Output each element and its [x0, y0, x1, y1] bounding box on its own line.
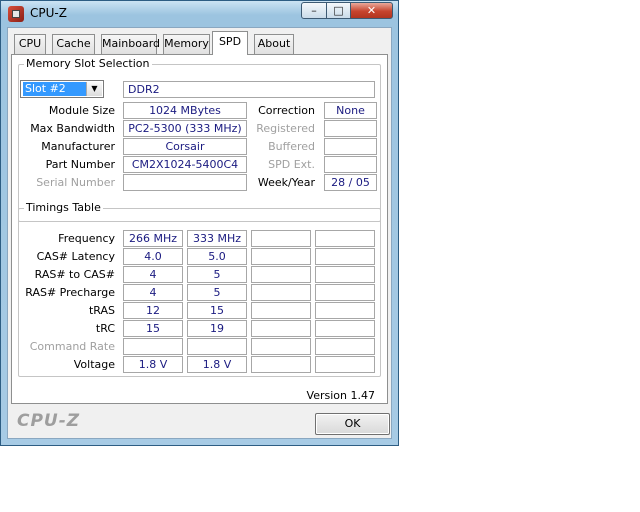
- tab-about[interactable]: About: [254, 34, 294, 54]
- timing-row-label: RAS# Precharge: [25, 286, 115, 299]
- module-size-field: 1024 MBytes: [123, 102, 247, 119]
- max-bandwidth-field: PC2-5300 (333 MHz): [123, 120, 247, 137]
- timing-cell: 12: [123, 302, 183, 319]
- timing-row-label: tRAS: [88, 304, 115, 317]
- ok-button[interactable]: OK: [315, 413, 390, 435]
- tab-spd[interactable]: SPD: [212, 31, 248, 55]
- tab-cache[interactable]: Cache: [52, 34, 95, 54]
- cpuz-app-icon: [8, 6, 24, 22]
- timing-row-label: Frequency: [58, 232, 115, 245]
- memory-type-field: DDR2: [123, 81, 375, 98]
- timing-cell: [315, 230, 375, 247]
- timing-cell: [187, 338, 247, 355]
- part-number-field: CM2X1024-5400C4: [123, 156, 247, 173]
- correction-label: Correction: [258, 104, 315, 117]
- buffered-label: Buffered: [268, 140, 315, 153]
- week-year-field: 28 / 05: [324, 174, 377, 191]
- timing-cell: 15: [187, 302, 247, 319]
- module-size-label: Module Size: [48, 104, 115, 117]
- timing-row-label: tRC: [95, 322, 115, 335]
- timing-cell: 1.8 V: [187, 356, 247, 373]
- manufacturer-label: Manufacturer: [41, 140, 115, 153]
- title-bar[interactable]: CPU-Z – □ ✕: [1, 1, 398, 27]
- registered-label: Registered: [256, 122, 315, 135]
- timing-cell: [251, 302, 311, 319]
- timing-cell: 4: [123, 284, 183, 301]
- spd-tab-panel: Memory Slot Selection Slot #2 ▼ DDR2 Mod…: [11, 54, 388, 404]
- spd-ext-label: SPD Ext.: [268, 158, 315, 171]
- memory-slot-group-title: Memory Slot Selection: [24, 57, 152, 70]
- timing-cell: [315, 338, 375, 355]
- tab-mainboard[interactable]: Mainboard: [101, 34, 160, 54]
- timing-row-label: RAS# to CAS#: [34, 268, 115, 281]
- timing-cell: 266 MHz: [123, 230, 183, 247]
- maximize-button[interactable]: □: [326, 2, 351, 19]
- tab-cpu[interactable]: CPU: [14, 34, 46, 54]
- tab-memory[interactable]: Memory: [163, 34, 210, 54]
- timing-cell: [315, 302, 375, 319]
- registered-field: [324, 120, 377, 137]
- chevron-down-icon[interactable]: ▼: [86, 82, 102, 96]
- serial-number-label: Serial Number: [36, 176, 115, 189]
- window-title: CPU-Z: [30, 6, 67, 20]
- timing-cell: 5: [187, 284, 247, 301]
- slot-select[interactable]: Slot #2 ▼: [20, 80, 104, 98]
- cpuz-window: CPU-Z – □ ✕ CPU Cache Mainboard Memory S…: [0, 0, 399, 446]
- slot-select-value: Slot #2: [23, 82, 87, 96]
- cpuz-logo: CPU-Z: [17, 411, 81, 431]
- spd-ext-field: [324, 156, 377, 173]
- timing-row-label: CAS# Latency: [36, 250, 115, 263]
- buffered-field: [324, 138, 377, 155]
- timing-cell: [251, 248, 311, 265]
- timing-cell: 333 MHz: [187, 230, 247, 247]
- timing-cell: [251, 338, 311, 355]
- manufacturer-field: Corsair: [123, 138, 247, 155]
- timing-cell: 4.0: [123, 248, 183, 265]
- timing-cell: 4: [123, 266, 183, 283]
- timing-cell: 15: [123, 320, 183, 337]
- part-number-label: Part Number: [45, 158, 115, 171]
- timing-row-label: Voltage: [73, 358, 115, 371]
- minimize-button[interactable]: –: [301, 2, 327, 19]
- timing-cell: 19: [187, 320, 247, 337]
- timing-cell: 1.8 V: [123, 356, 183, 373]
- max-bandwidth-label: Max Bandwidth: [30, 122, 115, 135]
- timing-cell: [315, 284, 375, 301]
- timing-cell: [251, 266, 311, 283]
- close-button[interactable]: ✕: [350, 2, 393, 19]
- correction-field: None: [324, 102, 377, 119]
- timing-cell: [251, 320, 311, 337]
- timing-cell: [315, 356, 375, 373]
- timing-cell: 5: [187, 266, 247, 283]
- serial-number-field: [123, 174, 247, 191]
- week-year-label: Week/Year: [257, 176, 315, 189]
- client-area: CPU Cache Mainboard Memory SPD About Mem…: [7, 27, 392, 439]
- timing-cell: [123, 338, 183, 355]
- timings-group-title: Timings Table: [24, 201, 103, 214]
- timing-cell: [251, 284, 311, 301]
- timing-cell: [315, 248, 375, 265]
- timing-cell: [315, 266, 375, 283]
- timing-cell: [315, 320, 375, 337]
- timing-cell: [251, 230, 311, 247]
- timing-cell: [251, 356, 311, 373]
- timing-row-label: Command Rate: [29, 340, 115, 353]
- timing-cell: 5.0: [187, 248, 247, 265]
- version-label: Version 1.47: [306, 389, 375, 402]
